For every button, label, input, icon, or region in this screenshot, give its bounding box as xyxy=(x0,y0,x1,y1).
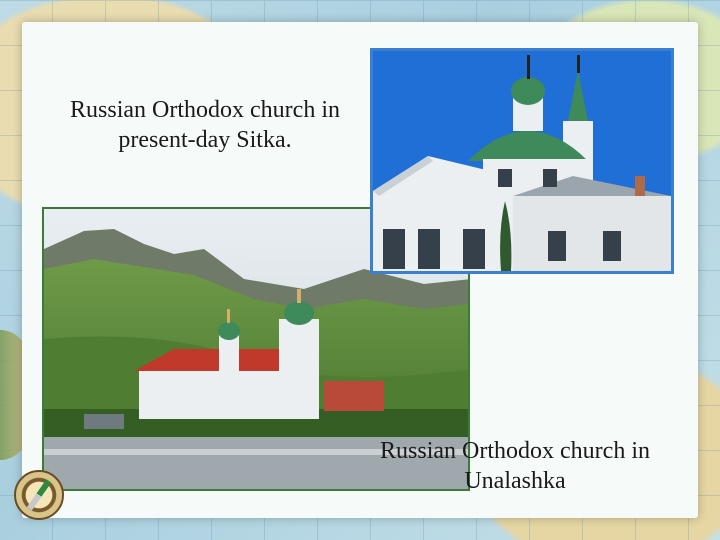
caption-sitka: Russian Orthodox church in present-day S… xyxy=(70,97,340,153)
caption-unalaska: Russian Orthodox church in Unalashka xyxy=(380,438,650,494)
compass-icon xyxy=(14,470,64,520)
sitka-church-photo xyxy=(370,48,674,274)
